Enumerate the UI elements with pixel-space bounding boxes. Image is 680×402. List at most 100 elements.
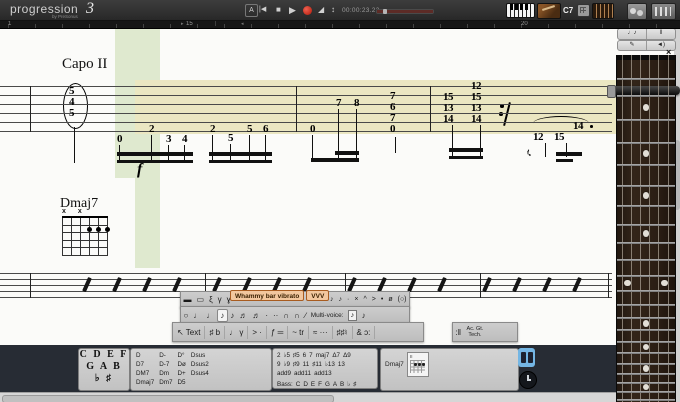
articulation-icon[interactable]: (○) — [395, 293, 409, 306]
extension-button[interactable]: 13 — [338, 361, 345, 368]
duration-icon[interactable]: ♩ — [191, 309, 204, 322]
position-slider[interactable] — [376, 9, 434, 14]
duration-icon[interactable]: ○ — [181, 309, 191, 322]
tab-fret-number[interactable]: 0 — [390, 124, 395, 135]
auto-button[interactable]: A — [245, 4, 258, 17]
bass-note-button[interactable]: ♯ — [353, 381, 356, 388]
note-entry-mode-button[interactable]: ♩♪ — [618, 29, 646, 39]
extension-button[interactable]: add13 — [314, 370, 332, 377]
dot-icon[interactable]: ·· — [271, 309, 281, 322]
chord-quality-button[interactable]: DM7 — [136, 369, 154, 378]
tool-icon[interactable]: ♩ γ — [225, 326, 248, 339]
articulation-icon[interactable]: > — [369, 293, 378, 306]
articulation-icon[interactable]: ø — [386, 293, 395, 306]
repeat-barline-button[interactable]: :‖ — [453, 326, 464, 339]
tab-fret-number[interactable]: 15 — [554, 132, 564, 143]
pause-mode-button[interactable]: ‖ — [646, 29, 675, 39]
tie-slide-icon[interactable]: ∩ — [281, 309, 292, 322]
bass-note-button[interactable]: F — [318, 381, 322, 388]
extension-button[interactable]: add9 — [277, 370, 291, 377]
piano-keyboard-icon[interactable] — [506, 3, 535, 18]
multi-voice-selector[interactable]: ♪ — [348, 310, 358, 321]
chord-shape-thumbnail[interactable]: II — [407, 352, 429, 377]
extension-button[interactable]: 7 — [309, 352, 313, 359]
chord-quality-button[interactable]: D- — [159, 351, 172, 360]
tab-fret-number[interactable]: 2 — [149, 124, 154, 135]
bass-note-button[interactable]: A — [333, 381, 337, 388]
stop-button[interactable]: ■ — [276, 4, 281, 16]
capo-handle[interactable] — [607, 85, 616, 98]
tool-icon[interactable]: ↖ Text — [173, 326, 205, 339]
chord-quality-button[interactable]: Dsus4 — [191, 369, 209, 378]
articulation-icon[interactable]: · — [345, 293, 352, 306]
chord-quality-button[interactable]: Dsus2 — [191, 360, 209, 369]
chord-quality-button[interactable]: D — [136, 351, 154, 360]
horizontal-scrollbar-thumb[interactable] — [2, 395, 334, 402]
chord-quality-button[interactable]: D° — [178, 351, 186, 360]
guitar-string[interactable] — [631, 55, 632, 402]
strings-icon[interactable] — [592, 3, 614, 19]
tab-fret-number[interactable]: 3 — [166, 134, 171, 145]
tab-fret-number[interactable]: 0 — [310, 124, 315, 135]
extension-button[interactable]: ♭13 — [325, 361, 335, 368]
duration-icon[interactable]: ♪ — [217, 309, 228, 322]
extension-button[interactable]: 11 — [303, 361, 310, 368]
rest-icon[interactable]: ξ — [207, 293, 216, 306]
play-button[interactable]: ▶ — [289, 4, 296, 16]
tab-fret-number[interactable]: 14 — [573, 121, 583, 132]
tool-icon[interactable]: ≈ ··· — [309, 326, 333, 339]
extension-button[interactable]: add11 — [294, 370, 311, 377]
rewind-button[interactable]: |◀ — [259, 4, 266, 16]
duration-icon[interactable]: ♬ — [250, 309, 263, 322]
chord-quality-button[interactable]: Dsus — [191, 351, 209, 360]
tab-fret-number[interactable]: 4 — [182, 134, 187, 145]
guitar-string[interactable] — [640, 55, 641, 402]
measure-ruler[interactable]: 11520▸|◂ — [0, 20, 680, 29]
duration-icon[interactable]: ♩ — [204, 309, 217, 322]
extension-button[interactable]: ♯11 — [312, 361, 322, 368]
close-fretboard-icon[interactable]: × — [666, 48, 671, 56]
pencil-edit-icon[interactable]: ✎ — [618, 41, 646, 50]
chord-quality-button[interactable]: Dm — [159, 369, 172, 378]
record-button[interactable] — [303, 6, 312, 15]
bass-note-button[interactable]: D — [303, 381, 308, 388]
extension-button[interactable]: ♭5 — [284, 352, 290, 359]
extension-button[interactable]: ♭9 — [284, 361, 290, 368]
guitar-icon[interactable] — [537, 3, 561, 19]
extension-button[interactable]: Δ9 — [343, 352, 351, 359]
dot-icon[interactable]: · — [263, 309, 271, 322]
tab-fret-number[interactable]: 7 — [336, 98, 341, 109]
extension-button[interactable]: Δ7 — [332, 352, 340, 359]
extension-button[interactable]: 9 — [277, 361, 281, 368]
voice-note-icon[interactable]: ♪ — [359, 309, 368, 322]
extension-button[interactable]: ♯5 — [293, 352, 300, 359]
bass-note-button[interactable]: E — [311, 381, 315, 388]
rest-icon[interactable]: ▬ — [181, 293, 194, 306]
tool-icon[interactable]: & ɔ: — [353, 326, 376, 339]
extension-button[interactable]: 6 — [303, 352, 307, 359]
bass-note-button[interactable]: ♭ — [347, 381, 350, 388]
tab-fret-number[interactable]: 0 — [117, 134, 122, 145]
articulation-icon[interactable]: × — [352, 293, 361, 306]
chord-quality-button[interactable]: D-7 — [159, 360, 172, 369]
articulation-icon[interactable]: ^ — [361, 293, 369, 306]
chord-quality-button[interactable]: D+ — [178, 369, 186, 378]
bass-note-button[interactable]: G — [325, 381, 330, 388]
tool-icon[interactable]: ♯ b — [205, 326, 225, 339]
virtual-fretboard[interactable] — [616, 55, 676, 402]
drums-icon[interactable] — [627, 3, 647, 20]
chord-quality-button[interactable]: Dmaj7 — [136, 378, 154, 387]
chord-library-icon[interactable] — [518, 348, 535, 367]
tab-fret-number[interactable]: 5 — [228, 133, 233, 144]
tab-fret-number[interactable]: 14 — [443, 114, 453, 125]
extension-button[interactable]: ♯9 — [293, 361, 300, 368]
tab-fret-number[interactable]: 5 — [247, 124, 252, 135]
bass-note-button[interactable]: B — [340, 381, 344, 388]
circled-chord-number[interactable]: 5 — [69, 108, 75, 119]
chord-quality-button[interactable]: Dm7 — [159, 378, 172, 387]
tool-icon[interactable]: ƒ ═ — [267, 326, 288, 339]
articulation-icon[interactable]: • — [378, 293, 385, 306]
tool-icon[interactable]: ♯♯♮ — [333, 326, 353, 339]
nudge-icon[interactable]: ↕ — [331, 4, 335, 16]
extension-button[interactable]: maj7 — [316, 352, 330, 359]
